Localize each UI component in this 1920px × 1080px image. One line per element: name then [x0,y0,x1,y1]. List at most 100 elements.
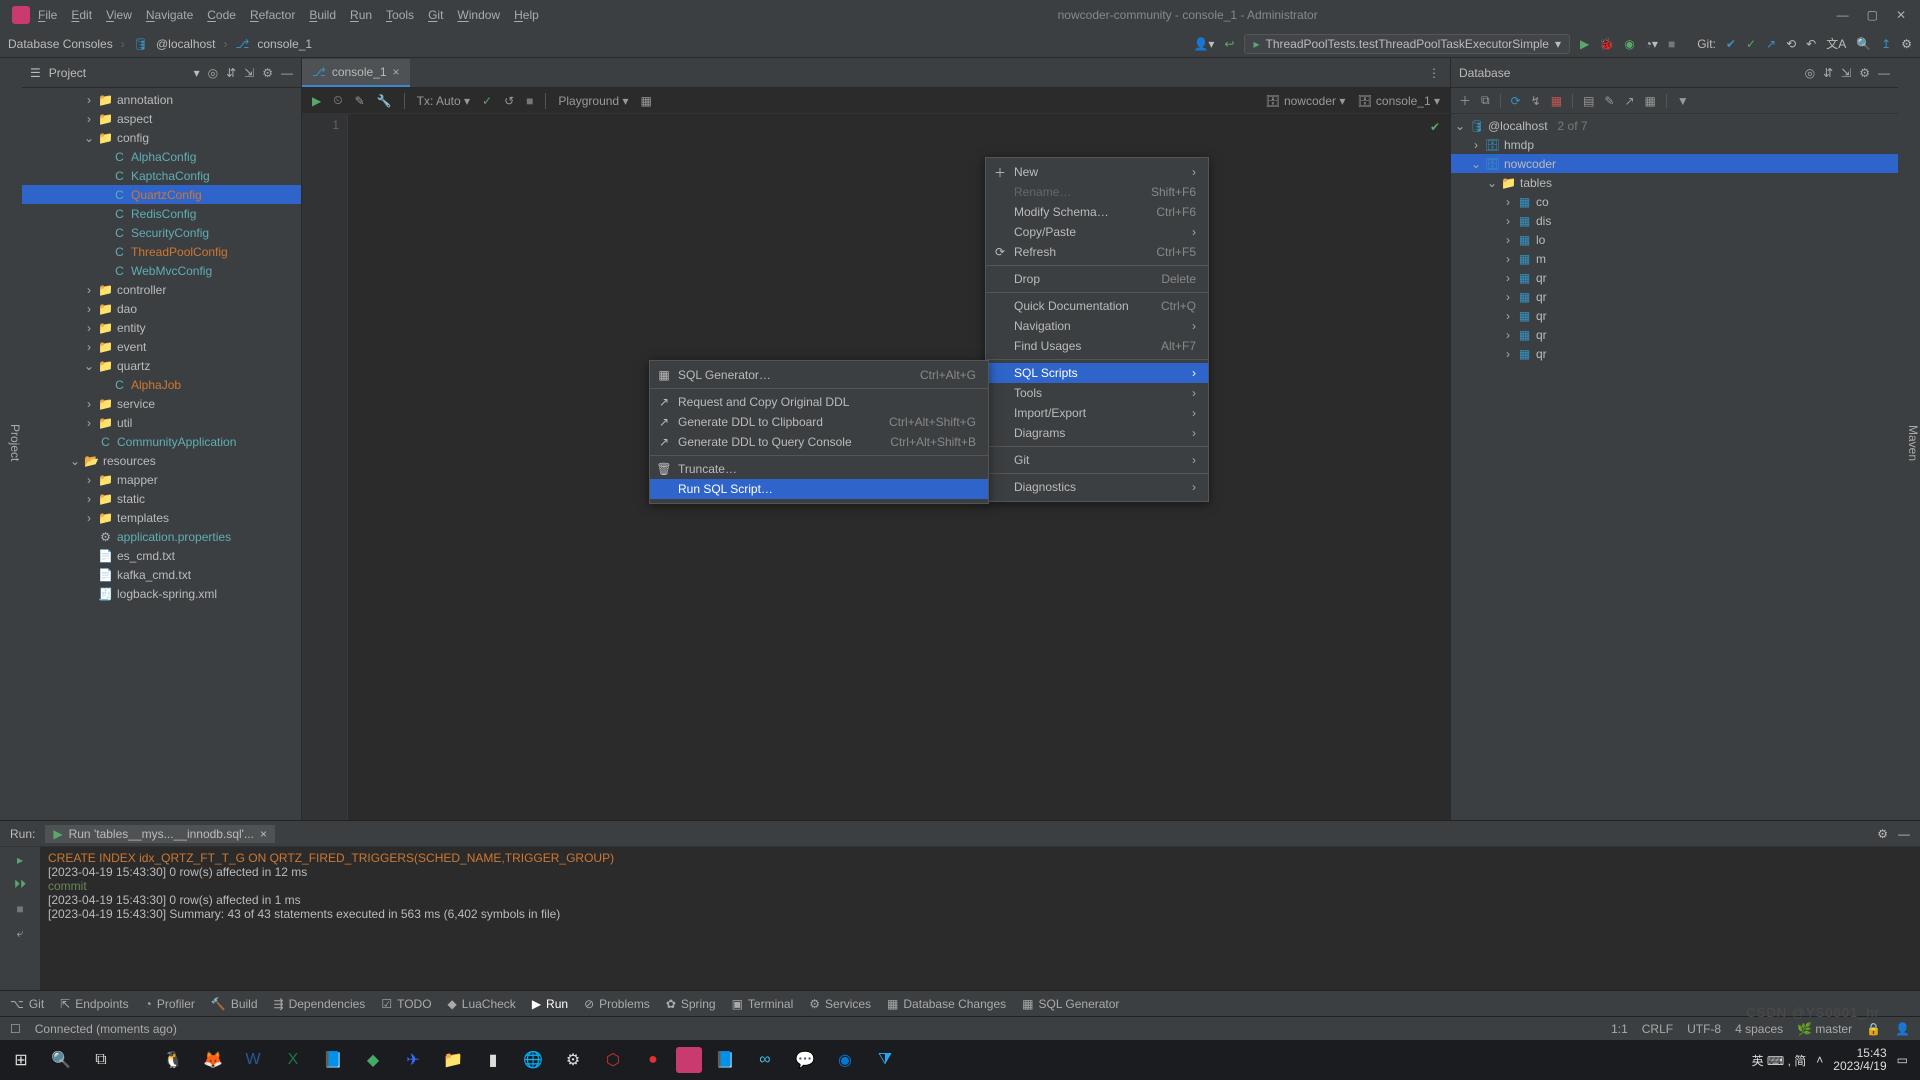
menu-item[interactable]: DropDelete [986,269,1208,289]
tree-item[interactable]: ⌄📁config [22,128,301,147]
menu-view[interactable]: View [106,8,132,22]
breadcrumb[interactable]: Database Consoles› 🛢@localhost› ⎇console… [8,37,312,51]
start-icon[interactable]: ⊞ [4,1045,38,1075]
menu-item[interactable]: ↗Generate DDL to Query ConsoleCtrl+Alt+S… [650,432,988,452]
ddl-icon[interactable]: ▦ [1645,94,1656,108]
refresh-icon[interactable]: ⟳ [1511,94,1521,108]
db-tree-item[interactable]: ›▦qr [1451,306,1898,325]
lock-icon[interactable]: 🔒 [1866,1022,1881,1036]
bottom-tab-profiler[interactable]: ◔Profiler [145,997,195,1011]
app-icon[interactable]: ◆ [356,1045,390,1075]
ime-indicator[interactable]: 英 ⌨ , 简 [1752,1052,1807,1069]
translate-icon[interactable]: 文A [1826,35,1846,52]
menu-item[interactable]: Import/Export› [986,403,1208,423]
tree-item[interactable]: 📄es_cmd.txt [22,546,301,565]
gear-icon[interactable]: ⚙ [1877,827,1888,841]
tree-item[interactable]: ⚙application.properties [22,527,301,546]
stop-icon[interactable]: ■ [1668,37,1675,51]
menu-item[interactable]: SQL Scripts› [986,363,1208,383]
system-tray[interactable]: 英 ⌨ , 简 ˄ 15:432023/4/19 ▭ [1752,1047,1916,1073]
tree-item[interactable]: CAlphaJob [22,375,301,394]
hide-icon[interactable]: — [1878,66,1890,80]
book-icon[interactable]: 📘 [316,1045,350,1075]
bottom-tab-sql-generator[interactable]: ▦SQL Generator [1022,997,1119,1011]
hide-icon[interactable]: — [1898,827,1910,841]
menu-item[interactable]: Diagrams› [986,423,1208,443]
menu-tools[interactable]: Tools [386,8,414,22]
maximize-icon[interactable]: ▢ [1867,8,1878,22]
chrome-icon[interactable]: 🌐 [516,1045,550,1075]
bottom-tab-endpoints[interactable]: ⇱Endpoints [60,997,128,1011]
left-tool-strip[interactable]: ProjectCommitPull RequestsBookmarksStruc… [0,58,22,820]
bottom-tab-dependencies[interactable]: ⇶Dependencies [274,997,366,1011]
db-tree-item[interactable]: ⌄📁tables [1451,173,1898,192]
rollback-icon[interactable]: ↺ [504,94,514,108]
tree-item[interactable]: ›📁service [22,394,301,413]
search-icon[interactable]: 🔍 [1856,37,1871,51]
settings-icon[interactable]: ⚙ [1859,66,1870,80]
app-icon[interactable]: ● [636,1045,670,1075]
encoding[interactable]: UTF-8 [1687,1022,1721,1036]
playground-select[interactable]: Playground ▾ [558,94,628,108]
bottom-tab-problems[interactable]: ⊘Problems [584,997,650,1011]
menu-item[interactable]: ＋New› [986,162,1208,182]
project-pane-title[interactable]: Project [49,66,186,80]
menu-item[interactable]: ▦SQL Generator…Ctrl+Alt+G [650,365,988,385]
tree-item[interactable]: CWebMvcConfig [22,261,301,280]
wechat-icon[interactable]: 💬 [788,1045,822,1075]
tree-item[interactable]: CKaptchaConfig [22,166,301,185]
submenu-sql-scripts[interactable]: ▦SQL Generator…Ctrl+Alt+G ↗Request and Co… [649,360,989,504]
profile-icon[interactable]: ◔▾ [1645,37,1658,51]
menu-edit[interactable]: Edit [71,8,92,22]
update-icon[interactable]: ✔ [1726,37,1736,51]
word-icon[interactable]: W [236,1045,270,1075]
minimize-icon[interactable]: — [1837,8,1849,22]
menu-bar[interactable]: FileEditViewNavigateCodeRefactorBuildRun… [38,8,539,22]
link-icon[interactable]: ☐ [10,1022,21,1036]
bottom-tab-spring[interactable]: ✿Spring [666,997,716,1011]
app-icon[interactable]: 🐧 [156,1045,190,1075]
menu-item[interactable]: Copy/Paste› [986,222,1208,242]
app-icon[interactable]: ⬡ [596,1045,630,1075]
menu-item[interactable]: Quick DocumentationCtrl+Q [986,296,1208,316]
tree-item[interactable]: ⌄📂resources [22,451,301,470]
run-config-selector[interactable]: ▸ThreadPoolTests.testThreadPoolTaskExecu… [1244,34,1570,54]
database-tree[interactable]: ⌄🛢@localhost2 of 7›🗄hmdp⌄🗄nowcoder⌄📁tabl… [1451,114,1898,820]
taskview-icon[interactable]: ⧉ [84,1045,118,1075]
hide-icon[interactable]: — [281,66,293,80]
expand-icon[interactable]: ⇵ [1823,66,1833,80]
intellij-icon[interactable] [676,1047,702,1073]
eol-mode[interactable]: CRLF [1642,1022,1673,1036]
vscode-icon[interactable]: ⧩ [868,1045,902,1075]
feishu-icon[interactable]: ✈ [396,1045,430,1075]
bottom-tab-todo[interactable]: ☑TODO [381,997,431,1011]
bottom-tab-build[interactable]: 🔨Build [211,997,258,1011]
edit-icon[interactable]: ✎ [1604,94,1614,108]
wrench-icon[interactable]: 🔧 [377,94,392,108]
share-icon[interactable]: ↥ [1881,37,1891,51]
commit-icon[interactable]: ✓ [1746,37,1756,51]
menu-file[interactable]: File [38,8,57,22]
collapse-icon[interactable]: ⇲ [1841,66,1851,80]
table-icon[interactable]: ▤ [1583,94,1594,108]
project-tree[interactable]: ›📁annotation›📁aspect⌄📁configCAlphaConfig… [22,88,301,820]
firefox-icon[interactable]: 🦊 [196,1045,230,1075]
collapse-icon[interactable]: ⇲ [244,66,254,80]
editor-tabs[interactable]: ⎇console_1× ⋮ [302,58,1450,88]
stop-icon[interactable]: ▦ [1551,94,1562,108]
explain-icon[interactable]: ✎ [355,94,365,108]
tree-item[interactable]: CSecurityConfig [22,223,301,242]
db-tree-item[interactable]: ›▦qr [1451,325,1898,344]
branch-indicator[interactable]: 🌿 master [1797,1022,1852,1036]
db-tree-item[interactable]: ›▦qr [1451,287,1898,306]
breadcrumb-item[interactable]: @localhost [156,37,216,51]
menu-run[interactable]: Run [350,8,372,22]
menu-git[interactable]: Git [428,8,443,22]
menu-item[interactable]: ⟳RefreshCtrl+F5 [986,242,1208,262]
commit-icon[interactable]: ✓ [482,94,492,108]
tree-item[interactable]: ›📁mapper [22,470,301,489]
settings-icon[interactable]: ⚙ [556,1045,590,1075]
app-icon[interactable]: 📘 [708,1045,742,1075]
edge-icon[interactable]: ◉ [828,1045,862,1075]
menu-item[interactable]: ↗Request and Copy Original DDL [650,392,988,412]
